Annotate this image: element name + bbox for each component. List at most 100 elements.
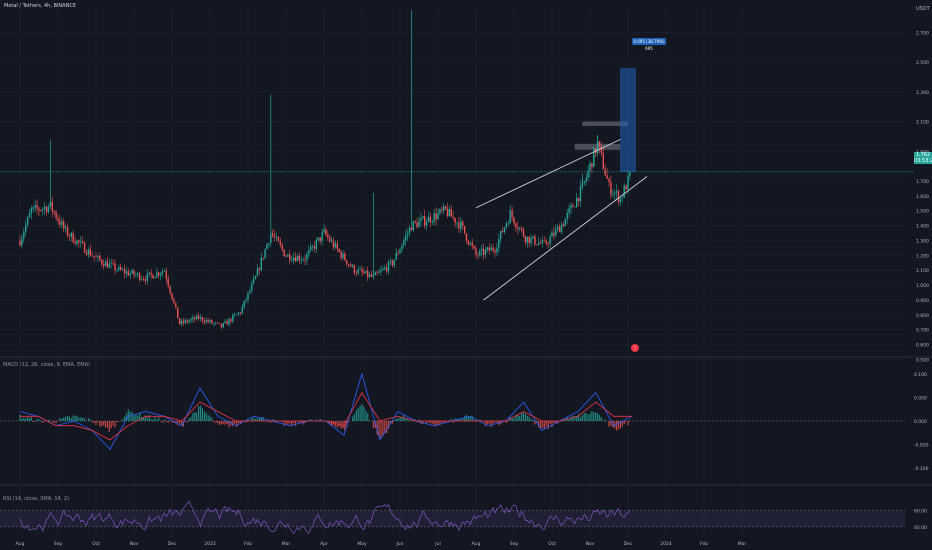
candle-body [47,206,50,213]
macd-histogram-bar [152,419,154,421]
candle-body [481,248,483,251]
candle-body [403,240,405,246]
candle-body [365,270,367,274]
macd-pane [0,372,905,450]
candle-body [125,271,128,274]
candle-body [509,210,511,224]
macd-histogram-bar [551,421,553,427]
candle-body [370,274,373,277]
candle-body [154,277,156,279]
candle-body [97,255,99,258]
candle-body [175,302,177,308]
candle-body [577,197,580,202]
position-label[interactable]: 0.695 (38.79%) 695 [632,38,666,51]
candle-body [61,221,63,225]
price-axis[interactable]: 2.7002.5002.3002.1001.9001.7001.6001.500… [914,30,929,531]
macd-histogram-bar [522,412,525,421]
candle-body [393,259,395,266]
candle-body [460,221,462,229]
candle-body [598,141,601,147]
macd-histogram-bar [38,419,40,421]
candle-body [268,243,270,245]
candle-body [538,242,540,245]
macd-histogram-bar [608,421,610,427]
macd-histogram-bar [205,412,207,421]
price-candles [0,10,914,330]
candle-body [511,210,513,218]
candle-body [329,237,331,242]
candle-body [264,249,266,259]
macd-histogram-bar [513,418,515,421]
time-tick-label: Oct [548,541,556,547]
macd-histogram-bar [545,421,547,427]
candle-body [102,263,105,267]
candle-body [602,153,604,170]
trendline [475,138,621,209]
event-flag-icon[interactable]: ! [631,344,639,352]
candle-body [156,272,158,278]
candle-body [604,169,606,176]
candle-body [188,320,190,323]
candle-body [230,319,232,322]
time-tick-label: Aug [16,541,25,547]
macd-histogram-bar [579,417,582,421]
macd-histogram-bar [357,407,359,421]
macd-histogram-bar [55,421,57,423]
candle-body [95,256,97,258]
candle-body [226,321,228,325]
candle-body [192,317,194,320]
candle-body [110,263,112,264]
candle-body [279,241,281,245]
candle-body [51,201,53,212]
macd-histogram-bar [65,416,67,421]
candle-body [344,253,346,261]
macd-histogram-bar [84,418,86,421]
candle-body [629,172,631,176]
candle-body [576,197,578,207]
candle-body [306,254,308,261]
macd-histogram-bar [410,421,412,422]
macd-histogram-bar [570,416,572,421]
time-axis[interactable]: Aug Sep Oct Nov Dec 2023 Feb Mar Apr May Jun Jul Aug… [16,541,747,547]
candle-body [625,185,627,190]
candle-body [357,269,359,274]
chart-canvas[interactable]: 2.7002.5002.3002.1001.9001.7001.6001.500… [0,0,932,550]
candle-body [361,269,363,273]
macd-histogram-bar [361,404,363,421]
candle-body [610,181,612,195]
macd-histogram-bar [524,414,526,421]
macd-histogram-bar [184,421,186,423]
candle-body [376,272,378,274]
candle-body [566,212,568,219]
macd-histogram-bar [359,405,361,421]
candle-body [427,216,430,223]
macd-histogram-bar [180,421,183,425]
candle-body [315,240,318,249]
candle-body [406,233,409,236]
candle-body [349,264,352,267]
macd-histogram-bar [190,416,192,421]
candle-body [292,257,295,261]
long-position-box[interactable] [620,68,636,173]
time-tick-label: Dec [624,541,633,547]
candle-body [93,256,95,257]
candle-body [272,233,274,236]
candle-body [203,320,205,323]
candle-body [473,245,475,249]
macd-histogram-bar [40,420,42,421]
candle-body [99,255,101,260]
candle-body [19,240,21,246]
candle-body [55,212,57,219]
candle-body [82,241,84,243]
candle-body [553,232,555,236]
candle-body [627,175,629,190]
price-tick-label: 1.400 [916,224,929,230]
macd-histogram-bar [34,421,36,422]
candle-body [148,272,150,274]
candle-body [446,208,449,217]
candle-body [412,221,414,231]
candle-body [526,236,528,243]
candle-body [382,268,384,271]
macd-histogram-bar [146,417,148,421]
macd-histogram-bar [365,410,367,421]
